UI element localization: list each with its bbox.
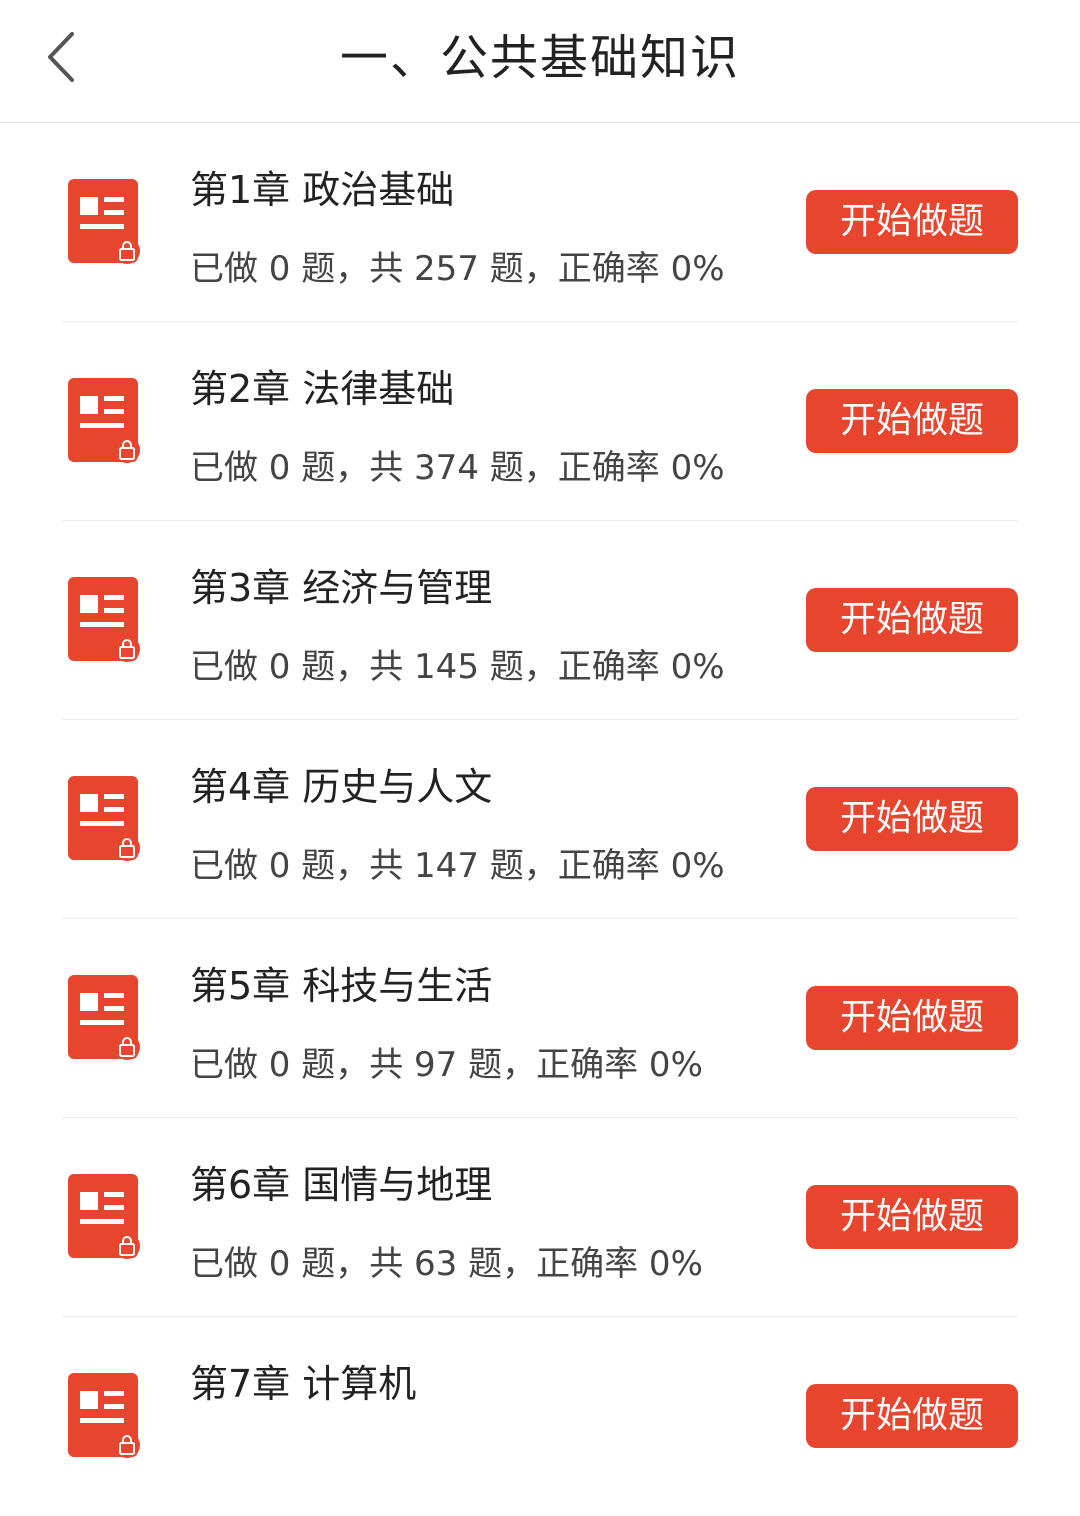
chapter-row[interactable]: 第3章 经济与管理 已做 0 题，共 145 题，正确率 0% 开始做题 bbox=[0, 521, 1080, 720]
chapter-stats: 已做 0 题，共 374 题，正确率 0% bbox=[190, 448, 725, 488]
chapter-stats: 已做 0 题，共 257 题，正确率 0% bbox=[190, 249, 725, 289]
chapter-title: 第7章 计算机 bbox=[190, 1362, 417, 1406]
chapter-row[interactable]: 第2章 法律基础 已做 0 题，共 374 题，正确率 0% 开始做题 bbox=[0, 322, 1080, 521]
chapter-title: 第2章 法律基础 bbox=[190, 367, 455, 411]
chapter-title: 第3章 经济与管理 bbox=[190, 566, 493, 610]
locked-document-icon bbox=[68, 577, 140, 662]
chapter-title: 第4章 历史与人文 bbox=[190, 765, 493, 809]
locked-document-icon bbox=[68, 378, 140, 463]
chapter-row[interactable]: 第4章 历史与人文 已做 0 题，共 147 题，正确率 0% 开始做题 bbox=[0, 720, 1080, 919]
chapter-list: 第1章 政治基础 已做 0 题，共 257 题，正确率 0% 开始做题 第2章 … bbox=[0, 123, 1080, 1516]
chapter-stats: 已做 0 题，共 97 题，正确率 0% bbox=[190, 1045, 703, 1085]
chapter-stats: 已做 0 题，共 147 题，正确率 0% bbox=[190, 846, 725, 886]
chapter-stats: 已做 0 题，共 63 题，正确率 0% bbox=[190, 1244, 703, 1284]
start-practice-button[interactable]: 开始做题 bbox=[806, 1384, 1018, 1448]
chapter-title: 第1章 政治基础 bbox=[190, 168, 455, 212]
chapter-row[interactable]: 第6章 国情与地理 已做 0 题，共 63 题，正确率 0% 开始做题 bbox=[0, 1118, 1080, 1317]
locked-document-icon bbox=[68, 776, 140, 861]
chapter-title: 第5章 科技与生活 bbox=[190, 964, 493, 1008]
chapter-row[interactable]: 第7章 计算机 开始做题 bbox=[0, 1317, 1080, 1516]
chapter-row[interactable]: 第5章 科技与生活 已做 0 题，共 97 题，正确率 0% 开始做题 bbox=[0, 919, 1080, 1118]
start-practice-button[interactable]: 开始做题 bbox=[806, 588, 1018, 652]
start-practice-button[interactable]: 开始做题 bbox=[806, 1185, 1018, 1249]
start-practice-button[interactable]: 开始做题 bbox=[806, 389, 1018, 453]
locked-document-icon bbox=[68, 1373, 140, 1458]
locked-document-icon bbox=[68, 975, 140, 1060]
chapter-row[interactable]: 第1章 政治基础 已做 0 题，共 257 题，正确率 0% 开始做题 bbox=[0, 123, 1080, 322]
chapter-title: 第6章 国情与地理 bbox=[190, 1163, 493, 1207]
chapter-stats: 已做 0 题，共 145 题，正确率 0% bbox=[190, 647, 725, 687]
locked-document-icon bbox=[68, 1174, 140, 1259]
top-bar: 一、公共基础知识 bbox=[0, 0, 1080, 123]
start-practice-button[interactable]: 开始做题 bbox=[806, 787, 1018, 851]
start-practice-button[interactable]: 开始做题 bbox=[806, 986, 1018, 1050]
start-practice-button[interactable]: 开始做题 bbox=[806, 190, 1018, 254]
locked-document-icon bbox=[68, 179, 140, 264]
page-title: 一、公共基础知识 bbox=[339, 30, 740, 86]
